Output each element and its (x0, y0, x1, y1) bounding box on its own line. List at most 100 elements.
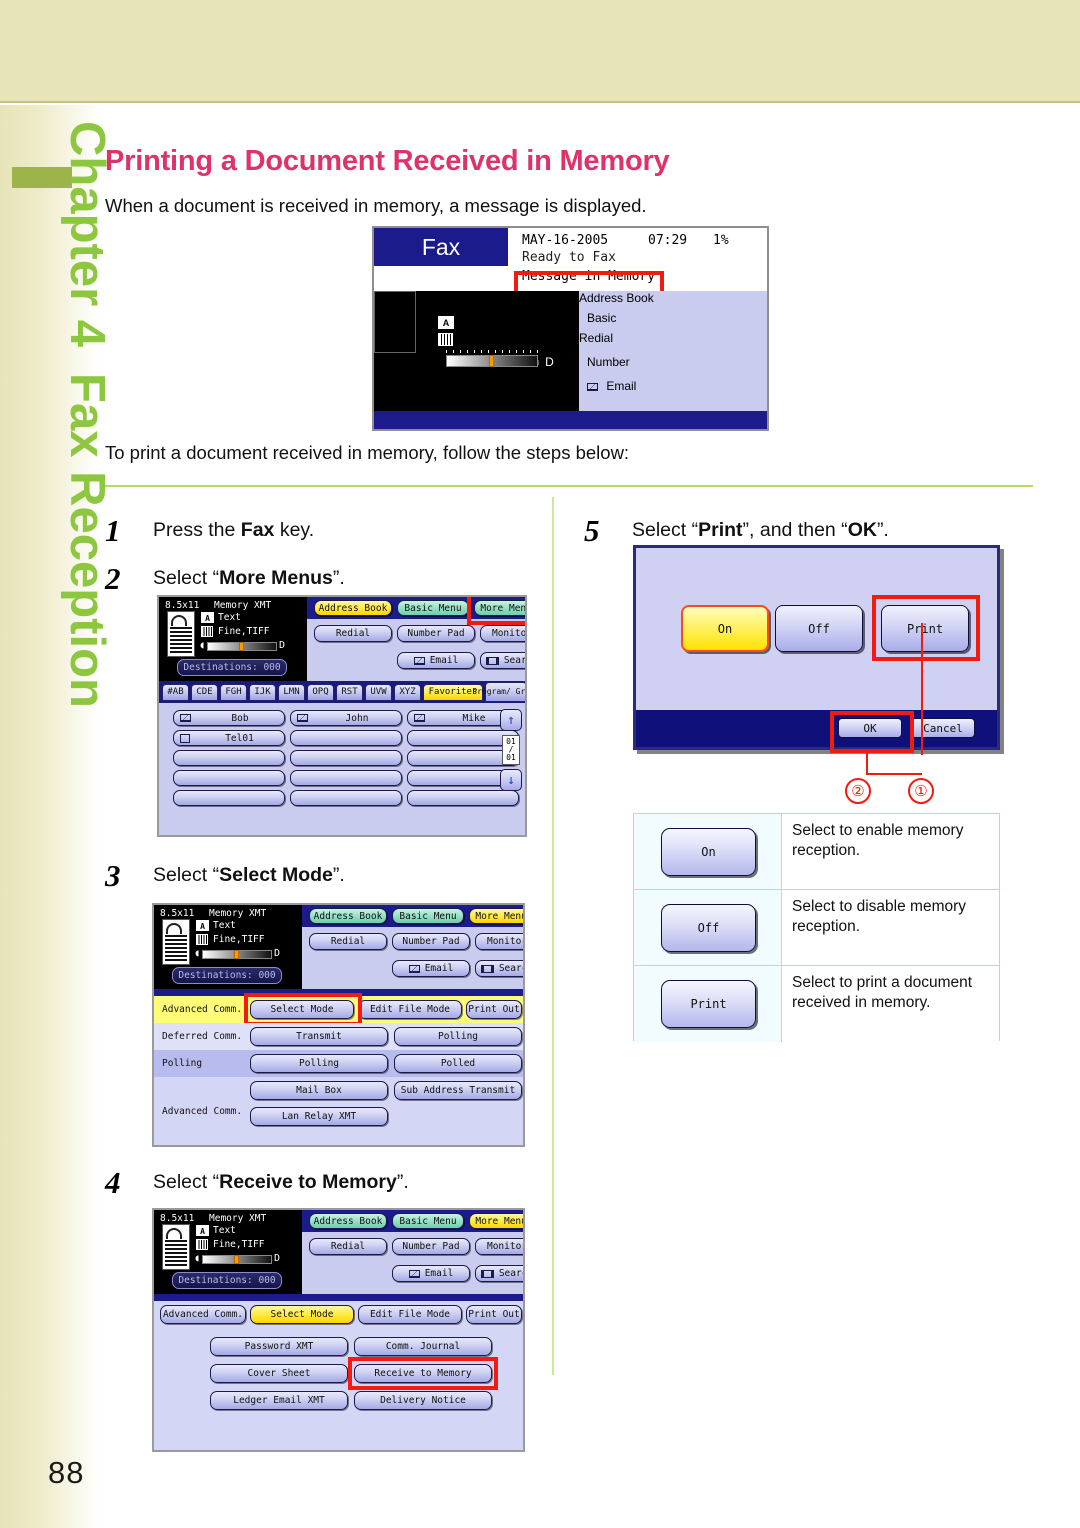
s2-tab-ab[interactable]: #AB (162, 684, 189, 701)
redial-button[interactable]: Redial (579, 331, 679, 355)
density-slider-thumb[interactable] (489, 355, 494, 367)
s3-number-pad-button[interactable]: Number Pad (392, 933, 470, 950)
book-icon (480, 1269, 494, 1278)
s2-entry-empty-3[interactable] (173, 750, 285, 766)
s3-menu-tab-advanced-comm[interactable]: Advanced Comm. (162, 996, 242, 1023)
s2-tab-lmn[interactable]: LMN (278, 684, 305, 701)
s2-search-button[interactable]: Search (480, 652, 525, 669)
s2-status-panel: 8.5x11 Memory XMT A Text Fine,TIFF ◖ D D… (159, 597, 307, 681)
s4-density-slider[interactable] (202, 1255, 272, 1264)
s4-menu-tab-advanced-comm[interactable]: Advanced Comm. (160, 1305, 246, 1324)
destinations-button[interactable]: Destinations: 000 (374, 371, 520, 395)
density-scale-dots (446, 350, 538, 353)
s2-page-counter: 01 / 01 (502, 735, 520, 765)
s4-resolution: Fine,TIFF (213, 1239, 265, 1250)
basic-menu-button[interactable]: Basic (579, 311, 679, 331)
s4-quality: Text (213, 1225, 236, 1236)
s2-basic-menu-button[interactable]: Basic Menu (397, 600, 469, 616)
s2-entry-empty-7[interactable] (290, 770, 402, 786)
s4-email-label: Email (424, 1268, 454, 1279)
s3-email-button[interactable]: Email (392, 960, 470, 977)
s2-entry-tel01-label: Tel01 (225, 732, 254, 744)
s4-menu-tab-select-mode[interactable]: Select Mode (250, 1305, 354, 1324)
s2-tab-xyz[interactable]: XYZ (394, 684, 421, 701)
s4-density-right-icon: D (274, 1253, 281, 1264)
s2-scroll-down-button[interactable]: ↓ (500, 769, 522, 791)
s4-menu-tab-edit-file-mode[interactable]: Edit File Mode (358, 1305, 462, 1324)
dialog-option-off[interactable]: Off (775, 605, 863, 652)
s2-density-slider[interactable] (207, 642, 277, 651)
email-button[interactable]: Email (579, 379, 691, 403)
number-pad-button[interactable]: Number (579, 355, 679, 379)
fax-date: MAY-16-2005 (522, 233, 609, 248)
dialog-option-on[interactable]: On (681, 605, 769, 652)
s2-quality: Text (218, 612, 241, 623)
s3-redial-button[interactable]: Redial (309, 933, 387, 950)
fax-memory-percent: 1% (713, 233, 729, 248)
s2-email-button[interactable]: Email (397, 652, 475, 669)
page-title: Printing a Document Received in Memory (105, 145, 670, 177)
s2-entry-empty-11[interactable] (407, 790, 519, 806)
s4-destinations-button[interactable]: Destinations: 000 (172, 1272, 282, 1289)
s3-address-book-button[interactable]: Address Book (309, 908, 387, 924)
density-slider[interactable] (446, 355, 538, 367)
s2-mode: Memory XMT (214, 600, 272, 611)
s3-btn-lan-relay-xmt[interactable]: Lan Relay XMT (250, 1107, 388, 1126)
s3-btn-transmit[interactable]: Transmit (250, 1027, 388, 1046)
s3-paper-size: 8.5x11 (160, 908, 195, 919)
s2-entry-empty-10[interactable] (290, 790, 402, 806)
s3-btn-mail-box[interactable]: Mail Box (250, 1081, 388, 1100)
s4-more-menus-button[interactable]: More Menus (469, 1213, 523, 1229)
s4-btn-comm-journal[interactable]: Comm. Journal (354, 1337, 492, 1356)
address-book-button[interactable]: Address Book (579, 291, 685, 311)
s4-email-button[interactable]: Email (392, 1265, 470, 1282)
s2-entry-john[interactable]: John (290, 710, 402, 726)
s3-more-menus-button[interactable]: More Menus (469, 908, 523, 924)
s2-entry-empty-9[interactable] (173, 790, 285, 806)
s2-entry-empty-6[interactable] (173, 770, 285, 786)
s2-tab-uvw[interactable]: UVW (365, 684, 392, 701)
s4-redial-button[interactable]: Redial (309, 1238, 387, 1255)
s4-menu-separator (154, 1294, 523, 1301)
s2-entry-empty-1[interactable] (290, 730, 402, 746)
s4-address-book-button[interactable]: Address Book (309, 1213, 387, 1229)
s4-monitor-button[interactable]: Monitor (475, 1238, 523, 1255)
s3-density-slider[interactable] (202, 950, 272, 959)
s4-menu-tab-print-out[interactable]: Print Out (466, 1305, 522, 1324)
s3-menu-tab-edit-file-mode[interactable]: Edit File Mode (358, 1000, 462, 1019)
s3-btn-sub-address-transmit[interactable]: Sub Address Transmit (394, 1081, 522, 1100)
s2-entry-tel01[interactable]: Tel01 (173, 730, 285, 746)
book-icon (485, 656, 499, 665)
s3-btn-polled[interactable]: Polled (394, 1054, 522, 1073)
s3-destinations-button[interactable]: Destinations: 000 (172, 967, 282, 984)
s4-number-pad-button[interactable]: Number Pad (392, 1238, 470, 1255)
envelope-icon (408, 964, 420, 973)
s4-btn-delivery-notice[interactable]: Delivery Notice (354, 1391, 492, 1410)
s2-scroll-up-button[interactable]: ↑ (500, 709, 522, 731)
s3-menu-tab-print-out[interactable]: Print Out (466, 1000, 522, 1019)
s2-monitor-button[interactable]: Monitor (480, 625, 525, 642)
s2-tab-program-group[interactable]: Program/ Group (472, 682, 525, 702)
s3-btn-polling[interactable]: Polling (250, 1054, 388, 1073)
s4-basic-menu-button[interactable]: Basic Menu (392, 1213, 464, 1229)
s2-tab-cde[interactable]: CDE (191, 684, 218, 701)
s2-address-book-button[interactable]: Address Book (314, 600, 392, 616)
s2-tab-opq[interactable]: OPQ (307, 684, 334, 701)
s3-monitor-button[interactable]: Monitor (475, 933, 523, 950)
s3-basic-menu-button[interactable]: Basic Menu (392, 908, 464, 924)
s3-search-button[interactable]: Search (475, 960, 523, 977)
s2-entry-empty-4[interactable] (290, 750, 402, 766)
s2-redial-button[interactable]: Redial (314, 625, 392, 642)
s4-btn-cover-sheet[interactable]: Cover Sheet (210, 1364, 348, 1383)
s2-destinations-button[interactable]: Destinations: 000 (177, 659, 287, 676)
s2-entry-bob[interactable]: Bob (173, 710, 285, 726)
s4-btn-password-xmt[interactable]: Password XMT (210, 1337, 348, 1356)
s3-btn-polling-deferred[interactable]: Polling (394, 1027, 522, 1046)
s2-tab-rst[interactable]: RST (336, 684, 363, 701)
s4-btn-ledger-email-xmt[interactable]: Ledger Email XMT (210, 1391, 348, 1410)
s2-tab-ijk[interactable]: IJK (249, 684, 276, 701)
s4-search-button[interactable]: Search (475, 1265, 523, 1282)
s2-tab-fgh[interactable]: FGH (220, 684, 247, 701)
s2-number-pad-button[interactable]: Number Pad (397, 625, 475, 642)
table-cell-button: Print (634, 966, 782, 1042)
